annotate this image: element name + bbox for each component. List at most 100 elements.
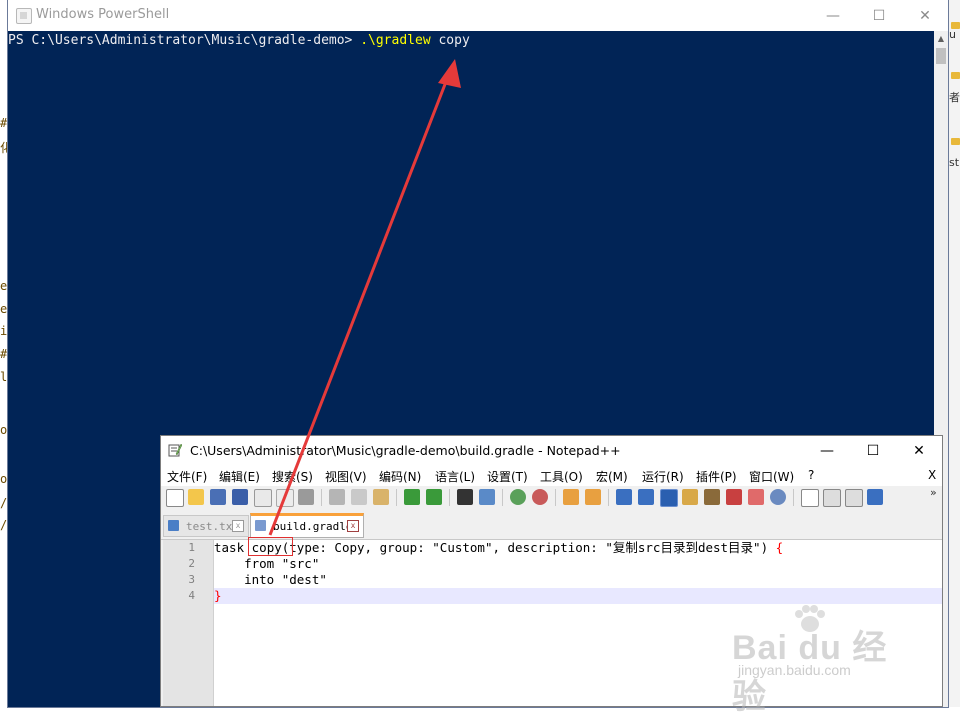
notepadpp-window[interactable]: C:\Users\Administrator\Music\gradle-demo… (160, 435, 943, 707)
folder-icon (951, 138, 960, 145)
tab-close-icon[interactable]: x (232, 520, 244, 532)
code-close-brace: } (214, 588, 222, 603)
code-keyword: task (214, 540, 252, 555)
npp-close-button[interactable]: ✕ (896, 436, 942, 466)
replace-icon[interactable] (479, 489, 495, 505)
redo-icon[interactable] (426, 489, 442, 505)
console-line: PS C:\Users\Administrator\Music\gradle-d… (8, 33, 470, 48)
tab-close-icon[interactable]: x (347, 520, 359, 532)
notepadpp-titlebar[interactable]: C:\Users\Administrator\Music\gradle-demo… (161, 436, 942, 466)
code-line-3: into "dest" (214, 572, 327, 587)
menu-edit[interactable]: 编辑(E) (219, 468, 260, 485)
close-icon: ✕ (919, 7, 931, 24)
close-button[interactable]: ✕ (902, 0, 948, 31)
word-wrap-icon[interactable] (616, 489, 632, 505)
toolbar-separator (555, 489, 556, 506)
menu-macro[interactable]: 宏(M) (596, 468, 628, 485)
menu-help[interactable]: ? (808, 468, 814, 482)
menu-tools[interactable]: 工具(O) (540, 468, 583, 485)
zoom-in-icon[interactable] (510, 489, 526, 505)
menu-run[interactable]: 运行(R) (642, 468, 684, 485)
sync-horizontal-icon[interactable] (585, 489, 601, 505)
toolbar-separator (396, 489, 397, 506)
console-argument: copy (430, 33, 470, 48)
maximize-icon: ☐ (872, 7, 886, 24)
menu-settings[interactable]: 设置(T) (487, 468, 528, 485)
sync-vertical-icon[interactable] (563, 489, 579, 505)
indent-guide-icon[interactable] (660, 489, 678, 507)
bg-fragment: e (0, 279, 8, 293)
code-args: (type: Copy, group: "Custom", descriptio… (281, 540, 776, 555)
tab-build-gradle[interactable]: build.gradle x (250, 513, 364, 538)
stop-macro-icon[interactable] (823, 489, 841, 507)
run-macro-multiple-icon[interactable] (867, 489, 883, 505)
copy-icon[interactable] (351, 489, 367, 505)
code-open-brace: { (775, 540, 784, 555)
save-all-icon[interactable] (232, 489, 248, 505)
code-editor[interactable]: 1 2 3 4 task copy(type: Copy, group: "Cu… (163, 540, 942, 706)
toolbar-separator (321, 489, 322, 506)
menu-window[interactable]: 窗口(W) (749, 468, 794, 485)
open-file-icon[interactable] (188, 489, 204, 505)
powershell-titlebar[interactable]: Windows PowerShell — ☐ ✕ (8, 0, 948, 31)
npp-maximize-button[interactable]: ☐ (850, 436, 896, 466)
language-icon[interactable] (682, 489, 698, 505)
close-all-icon[interactable] (276, 489, 294, 507)
zoom-out-icon[interactable] (532, 489, 548, 505)
bg-fragment: l (0, 370, 8, 384)
save-icon[interactable] (210, 489, 226, 505)
code-line-4: } (214, 588, 942, 604)
close-icon: ✕ (913, 443, 925, 459)
maximize-button[interactable]: ☐ (856, 0, 902, 31)
folder-workspace-icon[interactable] (748, 489, 764, 505)
menu-plugins[interactable]: 插件(P) (696, 468, 737, 485)
powershell-app-icon (16, 8, 32, 24)
line-number: 1 (188, 541, 195, 554)
bg-fragment: st (949, 156, 960, 169)
code-line-1: task copy(type: Copy, group: "Custom", d… (214, 540, 942, 556)
scroll-thumb[interactable] (936, 48, 946, 64)
folder-icon (951, 72, 960, 79)
console-prompt: PS C:\Users\Administrator\Music\gradle-d… (8, 33, 361, 48)
menu-encoding[interactable]: 编码(N) (379, 468, 421, 485)
bg-fragment: o (0, 472, 8, 486)
toolbar-separator (449, 489, 450, 506)
toolbar-overflow-icon[interactable]: » (930, 486, 937, 499)
toolbar-separator (502, 489, 503, 506)
bg-fragment: / (0, 518, 8, 532)
minimize-button[interactable]: — (810, 0, 856, 31)
toolbar-separator (793, 489, 794, 506)
edited-file-icon (255, 520, 266, 531)
find-icon[interactable] (457, 489, 473, 505)
print-icon[interactable] (298, 489, 314, 505)
new-file-icon[interactable] (166, 489, 184, 507)
bg-fragment: / (0, 496, 8, 510)
tab-test-txt[interactable]: test.txt x (163, 515, 249, 537)
cut-icon[interactable] (329, 489, 345, 505)
function-list-icon[interactable] (726, 489, 742, 505)
notepadpp-app-icon (168, 443, 182, 457)
scroll-up-icon[interactable]: ▲ (934, 31, 948, 47)
bg-fragment: u (949, 28, 956, 41)
menu-view[interactable]: 视图(V) (325, 468, 367, 485)
menu-language[interactable]: 语言(L) (435, 468, 475, 485)
map-icon[interactable] (704, 489, 720, 505)
undo-icon[interactable] (404, 489, 420, 505)
play-macro-icon[interactable] (845, 489, 863, 507)
paste-icon[interactable] (373, 489, 389, 505)
npp-minimize-button[interactable]: — (804, 436, 850, 466)
menu-bar: 文件(F) 编辑(E) 搜索(S) 视图(V) 编码(N) 语言(L) 设置(T… (161, 466, 942, 486)
document-tabs: test.txt x build.gradle x (161, 512, 942, 540)
bg-fragment: # (0, 116, 8, 130)
line-number: 2 (188, 557, 195, 570)
menu-file[interactable]: 文件(F) (167, 468, 207, 485)
close-document-button[interactable]: X (928, 468, 936, 482)
close-file-icon[interactable] (254, 489, 272, 507)
bg-fragment: # (0, 347, 8, 361)
line-number: 3 (188, 573, 195, 586)
record-macro-icon[interactable] (801, 489, 819, 507)
menu-search[interactable]: 搜索(S) (272, 468, 313, 485)
monitor-icon[interactable] (770, 489, 786, 505)
minimize-icon: — (826, 7, 840, 24)
show-all-chars-icon[interactable] (638, 489, 654, 505)
